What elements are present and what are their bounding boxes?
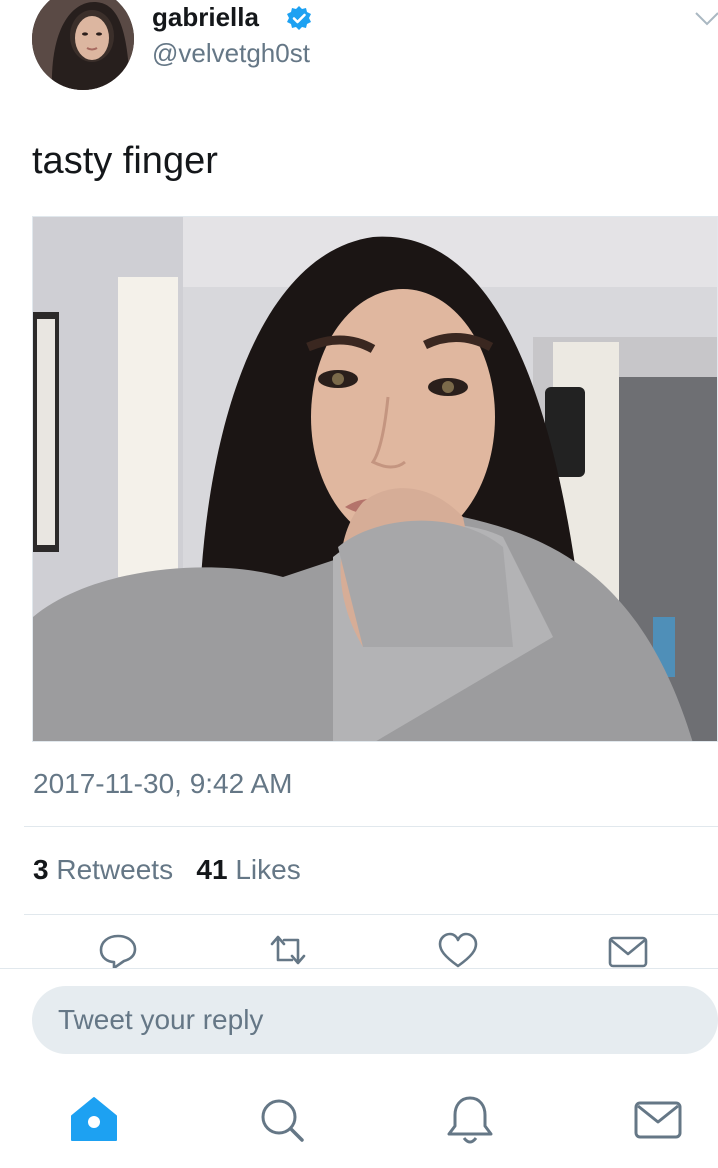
avatar[interactable] [32, 0, 134, 90]
tweet-photo[interactable] [32, 216, 718, 742]
divider [24, 914, 718, 915]
tweet-actions [0, 932, 718, 968]
like-icon[interactable] [436, 932, 480, 968]
likes-count: 41 [196, 854, 228, 885]
search-icon[interactable] [252, 1090, 312, 1150]
tweet-text: tasty finger [32, 140, 218, 182]
tweet-stats: 3 Retweets 41 Likes [33, 854, 301, 886]
verified-badge-icon [287, 6, 311, 30]
reply-placeholder: Tweet your reply [58, 1004, 264, 1035]
chevron-down-icon[interactable] [694, 10, 718, 28]
retweet-icon[interactable] [266, 932, 310, 968]
author-name[interactable]: gabriella [152, 2, 259, 33]
retweets-label: Retweets [56, 854, 174, 885]
notifications-icon[interactable] [440, 1090, 500, 1150]
divider [0, 968, 718, 969]
share-icon[interactable] [606, 932, 650, 968]
retweets-count: 3 [33, 854, 49, 885]
home-icon[interactable] [64, 1090, 124, 1150]
likes-stat[interactable]: 41 Likes [196, 854, 300, 885]
reply-icon[interactable] [96, 932, 140, 968]
tweet-timestamp[interactable]: 2017-11-30, 9:42 AM [33, 768, 292, 800]
messages-icon[interactable] [628, 1090, 688, 1150]
tab-bar [0, 1090, 718, 1150]
retweets-stat[interactable]: 3 Retweets [33, 854, 173, 885]
divider [24, 826, 718, 827]
likes-label: Likes [235, 854, 301, 885]
author-handle[interactable]: @velvetgh0st [152, 38, 310, 69]
